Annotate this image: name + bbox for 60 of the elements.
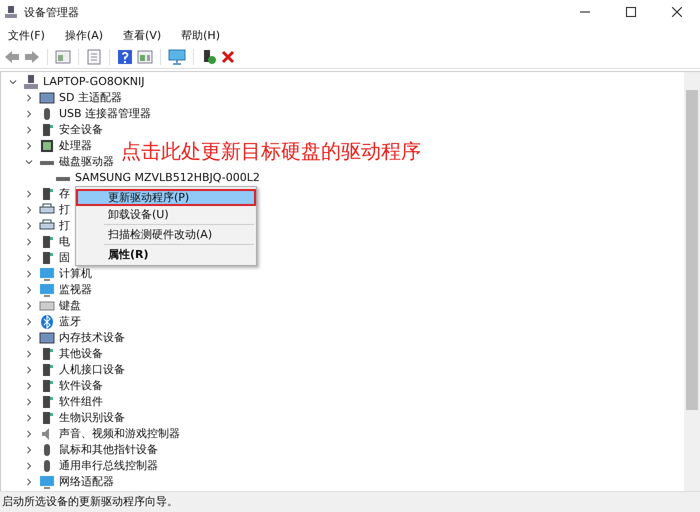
scrollbar[interactable] (684, 72, 700, 491)
card-icon (39, 331, 55, 345)
monitor-icon (39, 283, 55, 297)
menu-item[interactable]: 卸载设备(U) (76, 206, 256, 223)
panel-icon[interactable] (55, 50, 71, 64)
keyboard-icon (39, 299, 55, 313)
menu-item[interactable]: 更新驱动程序(P) (76, 189, 256, 206)
help-icon[interactable] (117, 49, 133, 65)
menu-item[interactable]: 属性(R) (76, 246, 256, 263)
computer-icon (4, 5, 18, 19)
bluetooth-icon (39, 315, 55, 329)
tree-item[interactable]: 打 (59, 203, 70, 217)
tree-item[interactable]: 打 (59, 219, 70, 233)
tree-item[interactable]: 计算机 (59, 267, 92, 281)
tree-item[interactable]: 通用串行总线控制器 (59, 459, 158, 473)
tree-item[interactable]: 软件组件 (59, 395, 103, 409)
tree-item[interactable]: LAPTOP-GO8OKNIJ (43, 75, 144, 89)
tree-item[interactable]: USB 连接器管理器 (59, 107, 152, 121)
back-icon[interactable] (4, 50, 20, 64)
tree-item[interactable]: 键盘 (59, 299, 81, 313)
close-icon (672, 7, 682, 17)
monitor-icon (39, 267, 55, 281)
tree-item[interactable]: 存 (59, 187, 70, 201)
tree-item[interactable]: 声音、视频和游戏控制器 (59, 427, 180, 441)
forward-icon[interactable] (24, 50, 40, 64)
add-driver-icon[interactable] (201, 49, 217, 65)
tree-item[interactable]: 处理器 (59, 139, 92, 153)
menu-item[interactable]: 操作(A) (60, 28, 112, 42)
window-title: 设备管理器 (24, 4, 79, 20)
tree-item[interactable]: 内存技术设备 (59, 331, 125, 345)
tree-item[interactable]: 固 (59, 251, 70, 265)
tree-item[interactable]: 安全设备 (59, 123, 103, 137)
monitor-icon[interactable] (168, 49, 186, 65)
tree-item[interactable]: 鼠标和其他指针设备 (59, 443, 158, 457)
annotation-text: 点击此处更新目标硬盘的驱动程序 (121, 138, 421, 165)
chip-icon (39, 139, 55, 153)
tree-item[interactable]: 其他设备 (59, 347, 103, 361)
tree-item[interactable]: 磁盘驱动器 (59, 155, 114, 169)
menu-item[interactable]: 文件(F) (4, 28, 53, 42)
panel-icon[interactable] (137, 50, 153, 64)
tree-item[interactable]: 蓝牙 (59, 315, 81, 329)
tree-item[interactable]: SAMSUNG MZVLB512HBJQ-000L2 (75, 171, 260, 185)
status-bar: 启动所选设备的更新驱动程序向导。 (0, 491, 700, 512)
tree-item[interactable]: SD 主适配器 (59, 91, 122, 105)
tree-item[interactable]: 网络适配器 (59, 475, 114, 489)
tree-item[interactable]: 监视器 (59, 283, 92, 297)
tree-item[interactable]: 电 (59, 235, 70, 249)
properties-icon[interactable] (86, 49, 102, 65)
menu-item[interactable]: 扫描检测硬件改动(A) (76, 226, 256, 243)
tree-item[interactable]: 软件设备 (59, 379, 103, 393)
maximize-icon (626, 7, 636, 17)
tree-item[interactable]: 人机接口设备 (59, 363, 125, 377)
tree-item[interactable]: 生物识别设备 (59, 411, 125, 425)
scrollbar-thumb[interactable] (686, 90, 698, 410)
card-icon (39, 91, 55, 105)
menu-item[interactable]: 查看(V) (119, 28, 170, 42)
menu-item[interactable]: 帮助(H) (177, 28, 228, 42)
computer-icon (23, 75, 39, 89)
remove-icon[interactable] (221, 50, 235, 64)
monitor-icon (39, 475, 55, 489)
